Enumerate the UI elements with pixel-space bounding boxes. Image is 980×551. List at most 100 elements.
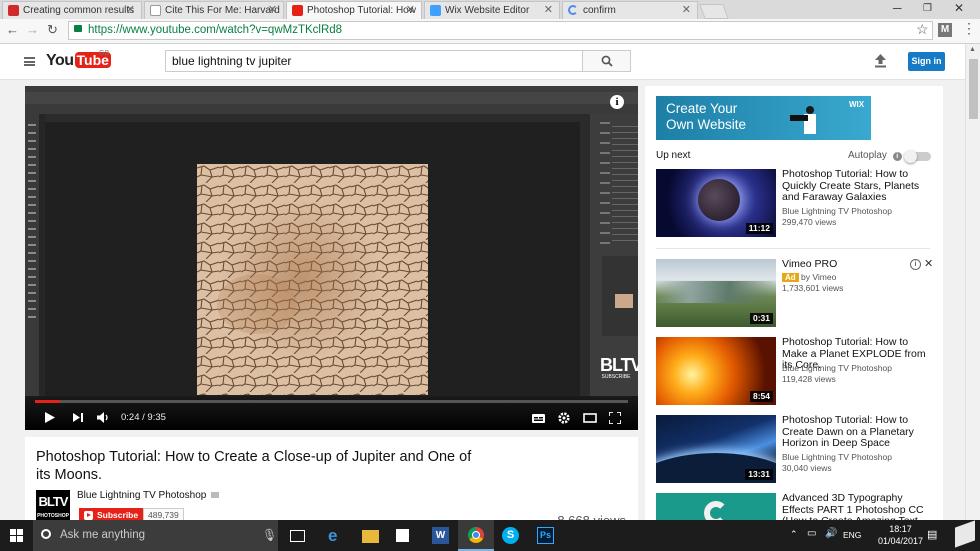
wix-ad-banner[interactable]: Create Your Own Website WIX	[656, 96, 871, 140]
chrome-icon	[468, 527, 484, 543]
ad-info-icon[interactable]: i	[910, 259, 921, 270]
volume-tray-icon[interactable]: 🔊	[825, 528, 837, 539]
reload-icon[interactable]: ↻	[47, 22, 58, 38]
browser-tab-active[interactable]: Photoshop Tutorial: How ✕	[286, 1, 422, 19]
fullscreen-icon[interactable]	[609, 412, 621, 424]
video-thumbnail: 0:31	[656, 259, 776, 327]
view-count: 299,470 views	[782, 217, 837, 227]
search-query: blue lightning tv jupiter	[172, 54, 292, 68]
channel-avatar[interactable]: BLTV PHOTOSHOP	[36, 490, 70, 524]
channel-name: Blue Lightning TV Photoshop	[782, 363, 892, 373]
next-icon[interactable]	[73, 413, 83, 422]
autoplay-toggle[interactable]	[904, 150, 931, 163]
close-icon[interactable]: ✕	[268, 2, 277, 19]
task-view-icon[interactable]	[290, 530, 305, 542]
advertiser-name: by Vimeo	[801, 272, 837, 282]
avatar-text: BLTV	[38, 494, 69, 509]
sign-in-button[interactable]: Sign in	[908, 52, 945, 71]
play-icon[interactable]	[45, 412, 55, 423]
close-icon[interactable]: ✕	[126, 2, 135, 19]
store-icon[interactable]	[396, 529, 409, 542]
browser-tab[interactable]: confirm ✕	[562, 1, 698, 19]
related-video[interactable]: 11:12 Photoshop Tutorial: How to Quickly…	[656, 168, 938, 237]
youtube-header: You Tube GB blue lightning tv jupiter Sig…	[0, 44, 965, 80]
url-text: https://www.youtube.com/watch?v=qwMzTKcl…	[88, 24, 343, 36]
video-title: Photoshop Tutorial: How to Create a Clos…	[36, 449, 472, 483]
forward-icon[interactable]: →	[26, 22, 39, 37]
info-icon[interactable]: i	[610, 95, 624, 109]
file-explorer-icon[interactable]	[362, 530, 379, 543]
youtube-icon	[292, 5, 303, 16]
info-icon[interactable]: i	[892, 152, 902, 161]
photographer-illustration	[790, 104, 826, 134]
subtitles-icon[interactable]	[532, 414, 545, 423]
scroll-up-icon[interactable]: ▲	[969, 46, 976, 53]
language-indicator[interactable]: ENG	[843, 530, 861, 540]
menu-icon[interactable]: ⋮	[962, 20, 976, 37]
cortana-search-box[interactable]: Ask me anything 🎙	[33, 520, 278, 551]
page-scrollbar[interactable]: ▲	[965, 44, 980, 520]
new-tab-button[interactable]	[699, 4, 729, 19]
wix-icon	[430, 5, 441, 16]
upload-icon[interactable]	[874, 54, 887, 68]
ad-text: Create Your Own Website	[666, 101, 746, 133]
windows-start-icon[interactable]	[10, 529, 23, 542]
related-video[interactable]: 8:54 Photoshop Tutorial: How to Make a P…	[656, 336, 938, 405]
settings-gear-icon[interactable]	[558, 412, 570, 424]
close-icon[interactable]: ✕	[544, 2, 553, 19]
progress-bar[interactable]	[35, 400, 628, 403]
wix-brand: WIX	[849, 100, 865, 109]
video-duration: 11:12	[745, 223, 773, 234]
close-icon[interactable]: ✕	[682, 2, 691, 19]
action-center-icon[interactable]: ▤	[927, 528, 937, 541]
theater-mode-icon[interactable]	[583, 413, 597, 423]
address-bar[interactable]: https://www.youtube.com/watch?v=qwMzTKcl…	[68, 21, 933, 40]
channel-name-text: Blue Lightning TV Photoshop	[77, 490, 207, 501]
gmail-extension-icon[interactable]: M	[938, 23, 952, 37]
tab-label: Photoshop Tutorial: How	[307, 5, 416, 16]
related-video[interactable]: 13:31 Photoshop Tutorial: How to Create …	[656, 414, 938, 483]
search-input[interactable]: blue lightning tv jupiter	[165, 50, 583, 72]
autoplay-text: Autoplay	[848, 150, 887, 161]
ad-line-1: Create Your	[666, 101, 738, 116]
browser-tab[interactable]: Wix Website Editor ✕	[424, 1, 560, 19]
close-window-icon[interactable]: ✕	[954, 1, 964, 15]
tab-label: confirm	[583, 5, 616, 16]
mountain-graphic	[656, 281, 776, 303]
video-duration: 13:31	[745, 469, 773, 480]
skype-icon[interactable]: S	[502, 527, 519, 544]
star-icon[interactable]: ☆	[916, 21, 929, 38]
system-clock[interactable]: 18:17 01/04/2017	[878, 523, 923, 547]
scroll-thumb[interactable]	[969, 59, 978, 119]
guide-menu-icon[interactable]	[24, 57, 35, 66]
chrome-taskbar-button[interactable]	[458, 520, 494, 551]
channel-name: Blue Lightning TV Photoshop	[782, 206, 892, 216]
video-thumbnail: 11:12	[656, 169, 776, 237]
video-info-panel: Photoshop Tutorial: How to Create a Clos…	[25, 437, 638, 528]
toggle-knob	[904, 150, 917, 163]
photoshop-icon[interactable]: Ps	[537, 527, 554, 544]
browser-tab[interactable]: Cite This For Me: Harvard ✕	[144, 1, 284, 19]
clock-time: 18:17	[889, 524, 912, 534]
browser-tab[interactable]: Creating common results ✕	[2, 1, 142, 19]
view-count: 30,040 views	[782, 463, 832, 473]
edge-icon[interactable]: e	[328, 527, 345, 544]
tab-label: Cite This For Me: Harvard	[165, 5, 280, 16]
search-button[interactable]	[583, 50, 631, 72]
tray-chevron-icon[interactable]: ⌃	[790, 529, 798, 540]
close-icon[interactable]: ✕	[406, 2, 415, 19]
volume-icon[interactable]	[97, 412, 110, 423]
minimize-icon[interactable]: ─	[893, 1, 902, 15]
sponsored-video[interactable]: 0:31 Vimeo PRO Ad by Vimeo 1,733,601 vie…	[656, 257, 938, 327]
restore-icon[interactable]: ❐	[923, 3, 932, 14]
channel-name[interactable]: Blue Lightning TV Photoshop	[77, 490, 220, 501]
back-icon[interactable]: ←	[6, 22, 19, 37]
loading-icon	[568, 5, 578, 15]
youtube-logo[interactable]: You Tube GB	[46, 50, 111, 72]
video-player[interactable]: BLTV SUBSCRIBE i 0:24 / 9:35	[25, 86, 638, 430]
microphone-icon[interactable]: 🎙	[262, 520, 277, 551]
battery-icon[interactable]: ▭	[807, 528, 816, 539]
view-count: 1,733,601 views	[782, 283, 844, 293]
close-icon[interactable]: ✕	[924, 257, 933, 270]
word-icon[interactable]: W	[432, 527, 449, 544]
